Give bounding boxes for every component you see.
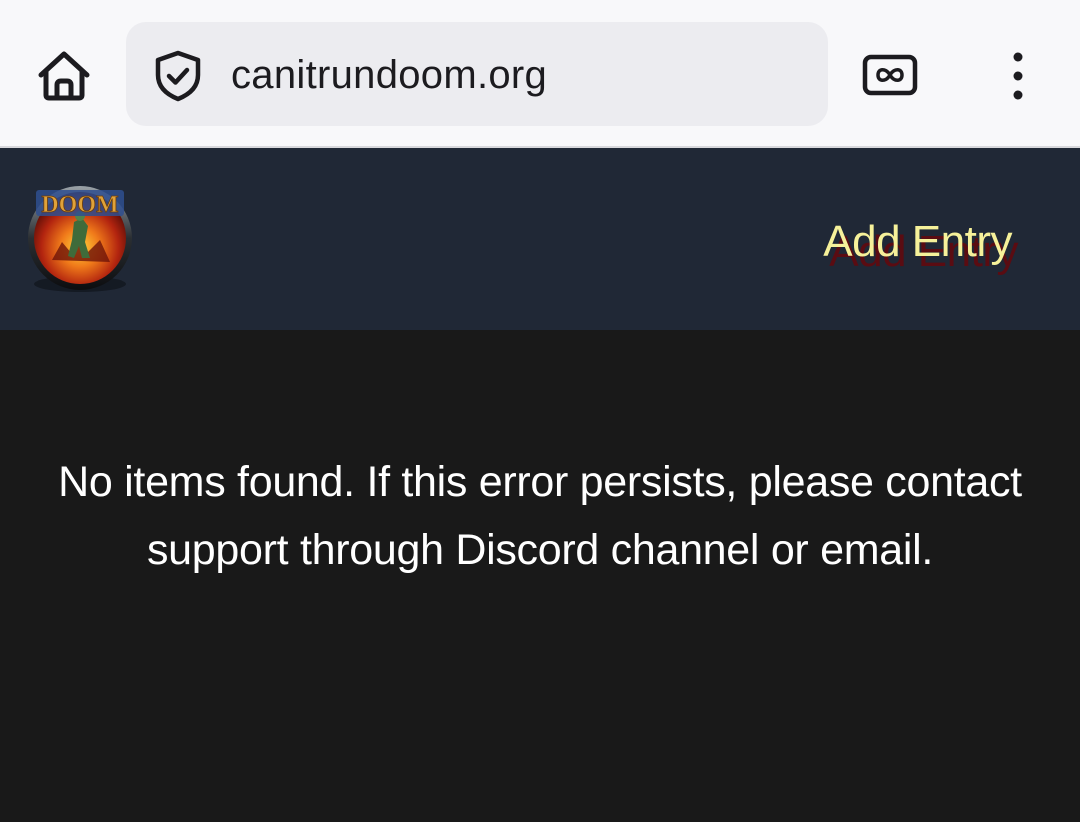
- empty-state-message: No items found. If this error persists, …: [58, 458, 1022, 574]
- url-text[interactable]: canitrundoom.org: [231, 50, 547, 100]
- tab-switcher-button[interactable]: [862, 52, 918, 98]
- doom-logo-text: DOOM: [41, 192, 118, 218]
- home-button[interactable]: [32, 46, 96, 106]
- doom-logo[interactable]: DOOM: [22, 180, 138, 296]
- main-content: No items found. If this error persists, …: [0, 330, 1080, 822]
- browser-toolbar: canitrundoom.org: [0, 0, 1080, 146]
- home-icon: [38, 51, 90, 101]
- site-header: DOOM Add Entry: [0, 148, 1080, 330]
- add-entry-link[interactable]: Add Entry: [823, 214, 1012, 270]
- overflow-menu-button[interactable]: [996, 48, 1040, 104]
- tab-switcher-icon: [862, 54, 918, 96]
- shield-check-icon[interactable]: [152, 50, 204, 102]
- address-bar[interactable]: canitrundoom.org: [126, 22, 828, 126]
- more-vert-icon: [1013, 52, 1023, 100]
